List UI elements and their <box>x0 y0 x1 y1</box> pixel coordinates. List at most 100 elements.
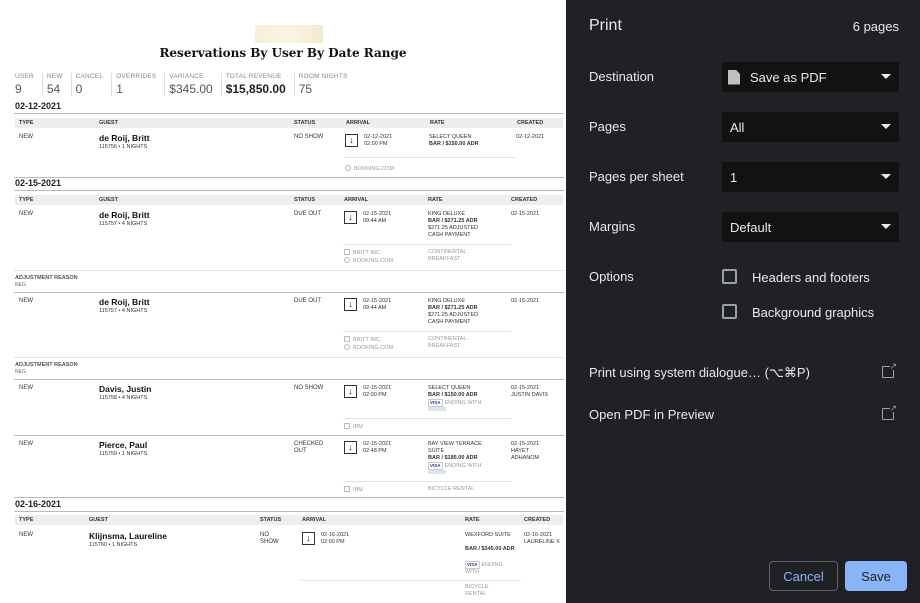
page-count: 6 pages <box>852 19 899 34</box>
arrival-date: 02-15-2021 <box>363 211 392 217</box>
margins-value: Default <box>730 219 772 235</box>
globe-icon <box>345 165 351 171</box>
summary-label: CANCEL <box>75 73 104 80</box>
guest-detail: 115757 • 4 NIGHTS <box>99 221 148 227</box>
background-graphics-label[interactable]: Background graphics <box>752 305 874 320</box>
divider <box>343 481 511 482</box>
report-title: Reservations By User By Date Range <box>159 46 407 60</box>
globe-icon <box>344 344 350 350</box>
destination-select[interactable]: Save as PDF <box>722 62 899 92</box>
pages-select[interactable]: All <box>722 112 899 142</box>
col-type: TYPE <box>19 197 34 203</box>
arrival-date: 02-15-2021 <box>363 385 392 391</box>
rate-adjusted: $271.25 ADJUSTED <box>428 312 479 318</box>
col-status: STATUS <box>260 517 282 523</box>
summary-room-nights: ROOM NIGHTS 75 <box>299 73 356 96</box>
destination-label: Destination <box>589 69 655 84</box>
guest-detail: 115757 • 4 NIGHTS <box>99 308 148 314</box>
pdf-document-icon <box>728 69 740 85</box>
company-label: BRITT INC. <box>353 250 382 256</box>
col-created: CREATED <box>517 120 544 126</box>
divider <box>343 331 511 332</box>
open-external-icon[interactable] <box>882 361 897 378</box>
print-preview: Reservations By User By Date Range USER 9… <box>0 0 566 603</box>
background-graphics-checkbox[interactable] <box>722 304 737 319</box>
card-number-redacted <box>428 470 446 475</box>
building-icon <box>344 336 350 342</box>
col-guest: GUEST <box>89 517 108 523</box>
arrival-date: 02-15-2021 <box>363 441 392 447</box>
adjustment-reason-value: NEG <box>15 282 26 288</box>
cancel-button[interactable]: Cancel <box>769 561 838 591</box>
summary-label: ROOM NIGHTS <box>298 73 348 80</box>
summary-value: 0 <box>75 82 83 96</box>
card-info: VISA ENDING WITH <box>428 399 500 414</box>
divider <box>14 497 564 498</box>
col-arrival: ARRIVAL <box>302 517 327 523</box>
rate-room: BAY VIEW TERRACE SUITE <box>428 441 482 454</box>
building-icon <box>344 486 350 492</box>
adjustment-reason-label: ADJUSTMENT REASON <box>15 362 78 368</box>
company-label: IBM <box>353 424 363 430</box>
headers-footers-label[interactable]: Headers and footers <box>752 270 870 285</box>
booking-source: BOOKING.COM <box>345 165 394 173</box>
row-type: NEW <box>19 211 33 217</box>
col-guest: GUEST <box>99 197 118 203</box>
system-dialog-link[interactable]: Print using system dialogue… (⌥⌘P) <box>589 365 810 381</box>
divider <box>301 580 521 581</box>
summary-value: $15,850.00 <box>225 82 286 96</box>
date-group-heading: 02-15-2021 <box>15 178 62 188</box>
rate-adr: BAR / $271.25 ADR <box>428 305 478 311</box>
divider <box>14 177 564 178</box>
pages-per-sheet-value: 1 <box>730 169 738 185</box>
options-label: Options <box>589 269 634 284</box>
arrival-date: 02-15-2021 <box>363 298 392 304</box>
guest-name: Pierce, Paul <box>99 440 148 450</box>
pages-value: All <box>730 119 745 135</box>
rate-adr: BAR / $271.25 ADR <box>428 218 478 224</box>
report-summary: USER 9 NEW 54 CANCEL 0 OVERRIDES 1 VARIANCE $… <box>15 73 360 96</box>
col-arrival: ARRIVAL <box>346 120 371 126</box>
created-date: 02-16-2021 <box>524 532 553 538</box>
company-label: IBM <box>353 487 363 493</box>
open-pdf-preview-link[interactable]: Open PDF in Preview <box>589 407 714 422</box>
headers-footers-checkbox[interactable] <box>722 269 737 284</box>
created-date: 02-12-2021 <box>516 134 545 140</box>
rate-adr: BAR / $150.00 ADR <box>429 141 479 147</box>
rate-room: SELECT QUEEN <box>429 134 472 140</box>
row-status: NO SHOW <box>294 385 324 391</box>
col-arrival: ARRIVAL <box>344 197 369 203</box>
created-by: LAURELINE X <box>524 539 560 545</box>
rate-payment: CASH PAYMENT <box>428 232 471 238</box>
date-group-heading: 02-16-2021 <box>15 499 62 509</box>
company: IBM <box>344 423 363 431</box>
summary-label: USER <box>15 73 34 80</box>
row-status: CHECKED OUT <box>294 441 324 455</box>
summary-value: 75 <box>298 82 313 96</box>
divider <box>14 113 564 114</box>
divider <box>14 379 564 380</box>
print-title: Print <box>589 17 622 34</box>
card-ending-label: ENDING WITH <box>444 400 482 406</box>
divider <box>343 244 511 245</box>
package: CONTINENTAL BREAKFAST <box>428 336 467 349</box>
row-type: NEW <box>19 134 33 140</box>
arrival-arrow-icon: ↓ <box>344 441 357 454</box>
adjustment-reason-label: ADJUSTMENT REASON <box>15 275 78 281</box>
divider <box>343 418 511 419</box>
open-external-icon[interactable] <box>882 403 897 420</box>
guest-name: de Roij, Britt <box>99 210 150 220</box>
margins-select[interactable]: Default <box>722 212 899 242</box>
arrival-date: 02-12-2021 <box>364 134 393 140</box>
pages-per-sheet-select[interactable]: 1 <box>722 162 899 192</box>
company-label: BRITT INC. <box>353 337 382 343</box>
dropdown-caret-icon <box>881 124 891 129</box>
col-type: TYPE <box>19 517 34 523</box>
row-status: DUE OUT <box>294 211 321 217</box>
divider <box>14 435 564 436</box>
globe-icon <box>344 257 350 263</box>
guest-name: Klijnsma, Laureline <box>89 531 167 541</box>
save-button[interactable]: Save <box>845 561 907 591</box>
row-type: NEW <box>19 298 33 304</box>
visa-icon: VISA <box>428 399 443 407</box>
